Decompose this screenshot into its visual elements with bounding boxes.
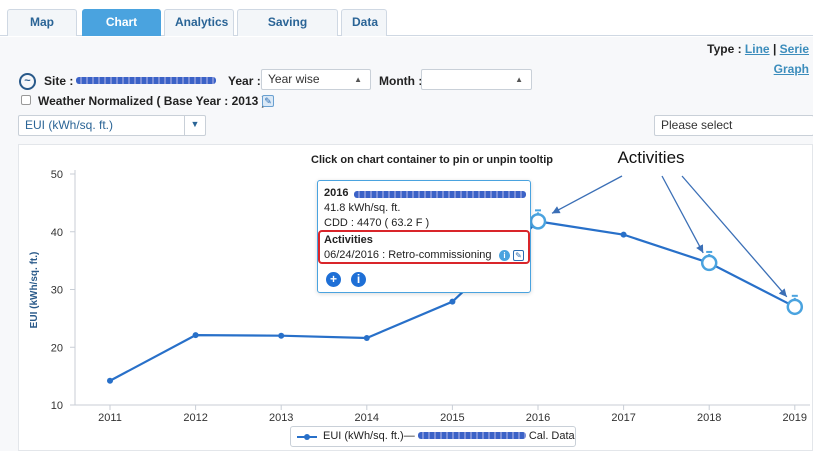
x-tick-label: 2015 bbox=[440, 412, 464, 424]
legend-dash: — bbox=[403, 430, 415, 442]
activity-stopwatch-icon bbox=[529, 209, 547, 230]
y-tick-label: 20 bbox=[51, 342, 63, 354]
legend-swatch bbox=[297, 434, 317, 440]
x-tick-label: 2017 bbox=[611, 412, 635, 424]
annotation-arrows bbox=[551, 175, 788, 298]
x-tick-label: 2012 bbox=[183, 412, 207, 424]
info-button[interactable]: i bbox=[351, 272, 366, 287]
data-point bbox=[107, 377, 113, 384]
y-tick-label: 30 bbox=[51, 285, 63, 297]
annotation-arrow bbox=[681, 175, 788, 298]
legend-site-redacted bbox=[417, 432, 526, 439]
x-tick-label: 2011 bbox=[98, 412, 122, 424]
data-point bbox=[620, 231, 627, 238]
chart-tooltip[interactable]: 2016 41.8 kWh/sq. ft. CDD : 4470 ( 63.2 … bbox=[317, 180, 531, 293]
data-point bbox=[192, 332, 199, 339]
activities-annotation: Activities bbox=[617, 148, 684, 167]
activity-stopwatch-icon bbox=[700, 250, 718, 272]
y-axis-label: EUI (kWh/sq. ft.) bbox=[29, 252, 40, 329]
tooltip-cdd: CDD : 4470 ( 63.2 F ) bbox=[324, 217, 430, 229]
x-tick-label: 2013 bbox=[269, 412, 293, 424]
activity-info-icon[interactable]: i bbox=[499, 250, 510, 261]
tooltip-value: 41.8 kWh/sq. ft. bbox=[324, 202, 401, 214]
chart-legend[interactable]: EUI (kWh/sq. ft.)— Cal. Data bbox=[290, 426, 576, 447]
y-tick-label: 50 bbox=[51, 169, 63, 181]
x-tick-label: 2016 bbox=[526, 412, 550, 424]
x-tick-label: 2019 bbox=[783, 412, 807, 424]
data-point bbox=[449, 298, 456, 305]
activity-edit-icon[interactable]: ✎ bbox=[513, 250, 524, 261]
tooltip-activity: 06/24/2016 : Retro-commissioning bbox=[324, 249, 492, 261]
y-tick-label: 10 bbox=[51, 400, 63, 412]
tooltip-activities-title: Activities bbox=[324, 234, 373, 246]
tooltip-year-row: 2016 bbox=[324, 187, 348, 199]
activity-marker bbox=[700, 254, 718, 272]
data-point bbox=[363, 335, 370, 342]
tooltip-year: 2016 bbox=[324, 187, 349, 199]
x-tick-label: 2014 bbox=[355, 412, 379, 424]
add-activity-button[interactable]: + bbox=[326, 272, 341, 287]
legend-series-name: EUI (kWh/sq. ft.) bbox=[323, 430, 404, 442]
legend-suffix: Cal. Data bbox=[528, 430, 575, 442]
y-tick-label: 40 bbox=[51, 227, 63, 239]
activity-marker bbox=[529, 213, 547, 230]
annotation-arrow bbox=[551, 175, 623, 214]
activity-marker bbox=[786, 298, 804, 316]
tooltip-activities-highlight: Activities 06/24/2016 : Retro-commission… bbox=[318, 230, 530, 264]
x-tick-label: 2018 bbox=[697, 412, 721, 424]
data-point bbox=[278, 332, 285, 339]
tooltip-site-redacted bbox=[354, 191, 526, 198]
activity-stopwatch-icon bbox=[786, 294, 804, 316]
chart-hint: Click on chart container to pin or unpin… bbox=[311, 154, 553, 166]
annotation-arrow bbox=[661, 175, 704, 254]
